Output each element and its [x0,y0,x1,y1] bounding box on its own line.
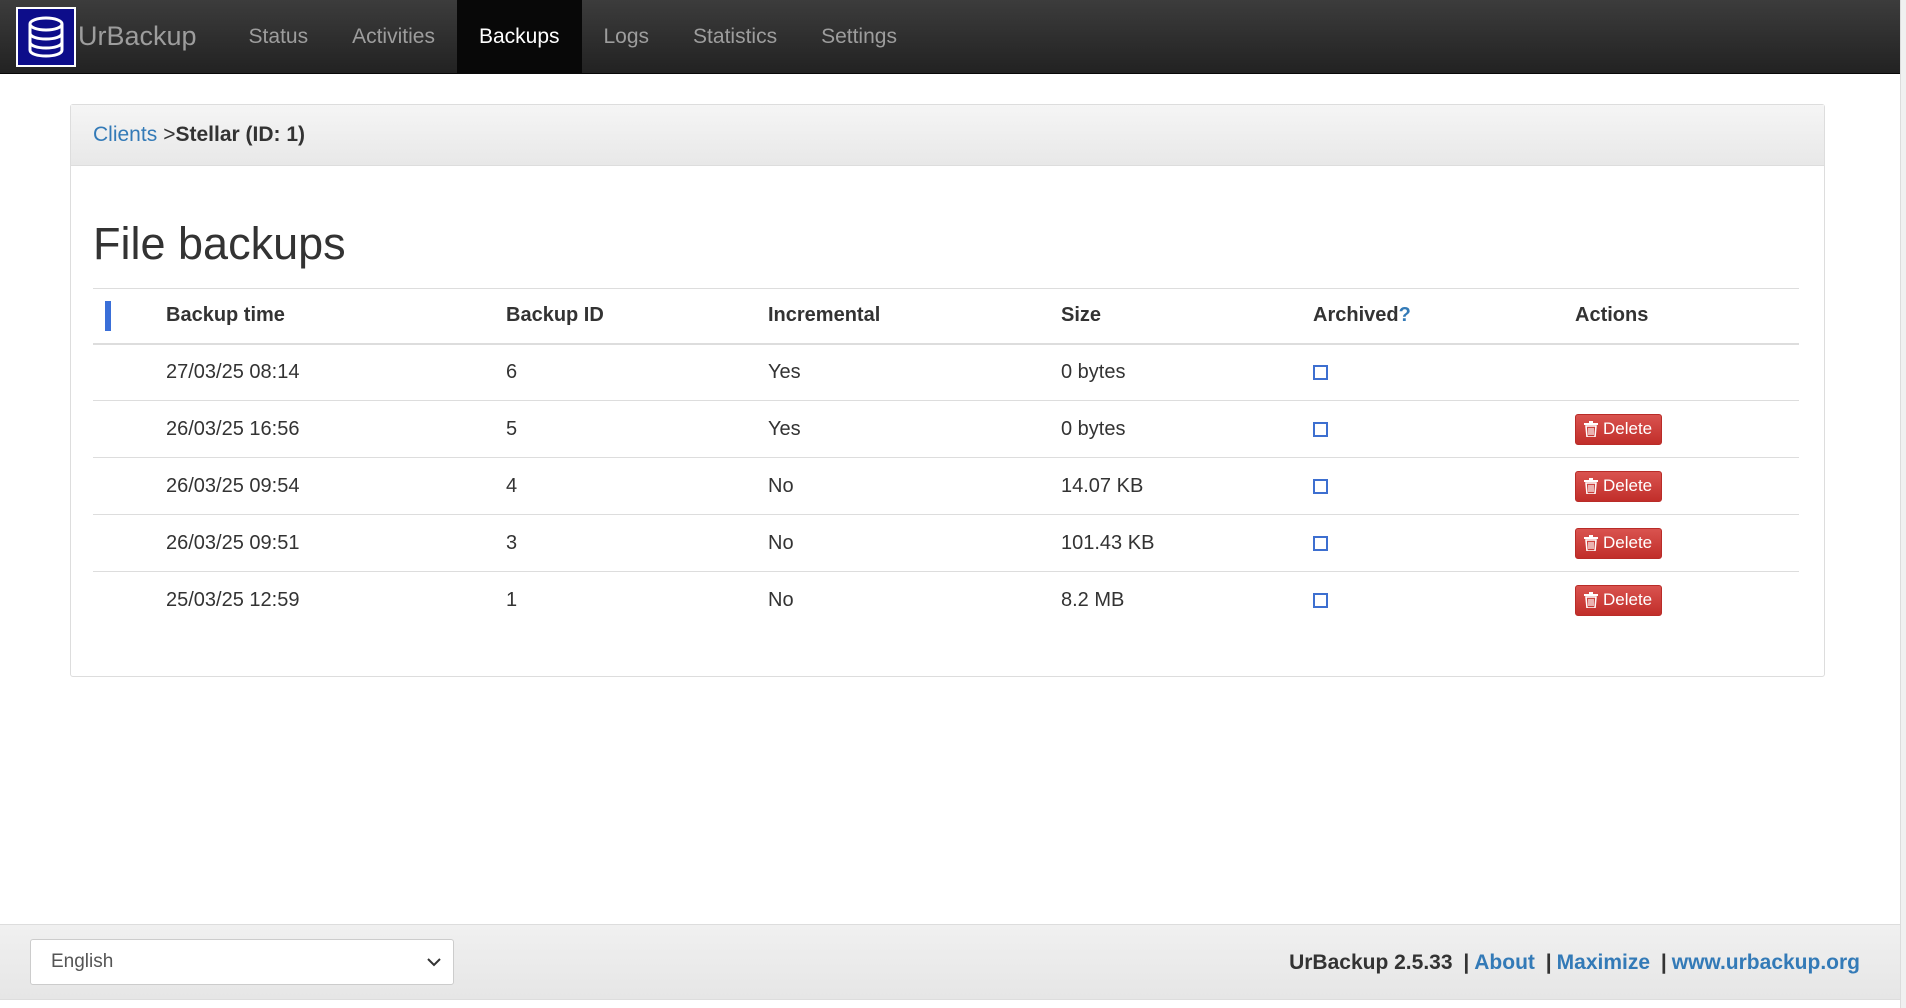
backup-id: 1 [506,588,518,611]
archived-checkbox[interactable] [1313,421,1328,437]
delete-button-label: Delete [1603,533,1653,552]
backups-panel: Clients > Stellar (ID: 1) File backups B… [70,104,1825,677]
table-row[interactable]: 26/03/25 16:56 5 Yes 0 bytes Delete [93,400,1799,458]
nav-logs[interactable]: Logs [582,0,672,73]
header-archived: Archived? [1313,288,1575,345]
trash-icon [1584,478,1598,494]
actions-cell: Delete [1575,572,1799,629]
nav-settings[interactable]: Settings [799,0,919,73]
row-marker-cell [93,572,166,629]
actions-cell: Delete [1575,514,1799,572]
backup-id: 3 [506,514,768,572]
brand-link[interactable]: UrBackup [0,0,227,73]
nav-backups[interactable]: Backups [456,0,582,73]
table-row[interactable]: 27/03/25 08:14 6 Yes 0 bytes [93,343,1799,401]
header-incremental[interactable]: Incremental [768,288,1061,345]
actions-cell: Delete [1575,457,1799,515]
delete-button[interactable]: Delete [1575,413,1663,445]
breadcrumb-clients-link[interactable]: Clients [93,123,157,147]
footer-separator: | [1660,951,1667,974]
backup-incremental: No [768,457,1061,515]
trash-icon [1584,535,1598,551]
page-title: File backups [93,218,346,269]
backup-id: 4 [506,457,768,515]
nav-activities[interactable]: Activities [330,0,457,73]
row-marker-cell [93,400,166,458]
language-selected-value: English [51,951,114,972]
backup-time: 26/03/25 09:51 [166,514,506,572]
archived-cell [1313,457,1575,515]
backup-id: 6 [506,343,768,401]
delete-button-label: Delete [1603,590,1653,610]
delete-button[interactable]: Delete [1575,470,1663,502]
backup-size: 8.2 MB [1061,588,1125,611]
actions-cell: Delete [1575,400,1799,458]
delete-button[interactable]: Delete [1575,584,1663,616]
backup-time: 26/03/25 16:56 [166,400,506,458]
archived-cell [1313,514,1575,572]
nav-status[interactable]: Status [227,0,331,73]
header-backup-time[interactable]: Backup time [166,288,506,345]
backup-id: 5 [506,400,768,458]
header-size[interactable]: Size [1061,288,1313,345]
row-marker-cell [93,343,166,401]
page-footer: English UrBackup 2.5.33 | About | Maximize… [0,924,1900,1000]
breadcrumb: Clients > Stellar (ID: 1) [71,105,1824,166]
trash-icon [1584,421,1598,437]
archived-help-link[interactable]: ? [1399,304,1411,326]
backup-size: 14.07 KB [1061,457,1313,515]
delete-button-label: Delete [1603,476,1653,495]
nav-statistics[interactable]: Statistics [671,0,799,73]
backup-time: 25/03/25 12:59 [166,588,300,611]
page-scrollbar[interactable] [1900,0,1906,1008]
backup-incremental: Yes [768,343,1061,401]
header-marker-cell [93,288,166,345]
archived-cell [1313,400,1575,458]
table-row[interactable]: 25/03/25 12:59 1 No 8.2 MB Delete [93,572,1799,629]
backup-incremental: No [768,514,1061,572]
backup-size: 0 bytes [1061,400,1313,458]
header-actions: Actions [1575,288,1799,345]
backup-size: 101.43 KB [1061,514,1313,572]
archived-checkbox[interactable] [1313,364,1328,380]
brand-name: UrBackup [78,21,197,51]
trash-icon [1584,592,1598,609]
table-row[interactable]: 26/03/25 09:54 4 No 14.07 KB Delete [93,457,1799,515]
about-link[interactable]: About [1474,951,1535,974]
version-label: UrBackup 2.5.33 [1289,951,1453,974]
archived-checkbox[interactable] [1313,535,1328,551]
chevron-down-icon [427,958,441,967]
archived-checkbox[interactable] [1313,592,1328,608]
file-backups-table: Backup time Backup ID Incremental Size A… [93,288,1799,629]
language-select[interactable]: English [30,939,454,985]
maximize-link[interactable]: Maximize [1557,951,1650,974]
header-backup-id[interactable]: Backup ID [506,288,768,345]
table-row[interactable]: 26/03/25 09:51 3 No 101.43 KB Delete [93,514,1799,572]
database-logo-icon [16,6,76,67]
archived-cell [1313,572,1575,629]
backup-incremental: No [768,588,794,611]
header-archived-label: Archived [1313,304,1399,327]
row-marker-cell [93,514,166,572]
backup-size: 0 bytes [1061,343,1313,401]
footer-links: UrBackup 2.5.33 | About | Maximize | www.ur… [1289,951,1860,975]
delete-button[interactable]: Delete [1575,527,1663,559]
footer-separator: | [1545,951,1552,974]
top-navbar: UrBackup Status Activities Backups Logs … [0,0,1900,74]
archived-cell [1313,343,1575,401]
table-header-row: Backup time Backup ID Incremental Size A… [93,288,1799,345]
breadcrumb-separator: > [163,123,176,146]
delete-button-label: Delete [1603,419,1653,438]
row-marker-cell [93,457,166,515]
actions-cell [1575,343,1799,401]
backup-time: 26/03/25 09:54 [166,457,506,515]
footer-separator: | [1463,951,1470,974]
backup-incremental: Yes [768,400,1061,458]
backup-time: 27/03/25 08:14 [166,343,506,401]
website-link[interactable]: www.urbackup.org [1672,951,1860,974]
column-marker [105,300,111,331]
archived-checkbox[interactable] [1313,478,1328,494]
breadcrumb-current-client: Stellar (ID: 1) [175,123,305,146]
